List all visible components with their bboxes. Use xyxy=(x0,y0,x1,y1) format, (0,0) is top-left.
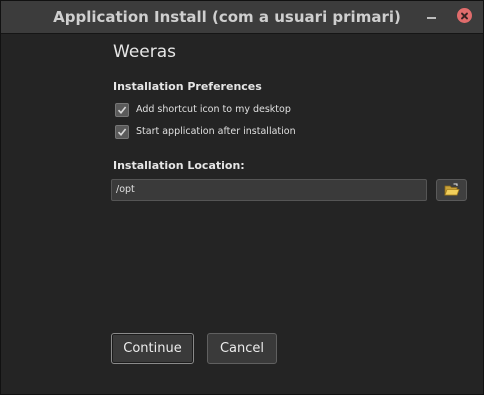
title-bar[interactable]: Application Install (com a usuari primar… xyxy=(1,1,483,34)
close-button[interactable] xyxy=(457,8,472,23)
autostart-label: Start application after installation xyxy=(136,126,296,137)
shortcut-checkbox[interactable] xyxy=(115,103,129,117)
autostart-checkbox[interactable] xyxy=(115,125,129,139)
application-name: Weeras xyxy=(113,42,176,62)
minimize-button[interactable] xyxy=(425,9,439,23)
location-heading: Installation Location: xyxy=(113,159,245,172)
browse-folder-button[interactable] xyxy=(436,179,467,201)
cancel-button[interactable]: Cancel xyxy=(207,333,277,364)
install-path-field[interactable]: /opt xyxy=(111,179,427,201)
folder-open-icon xyxy=(444,183,460,196)
checkmark-icon xyxy=(117,128,127,137)
shortcut-label: Add shortcut icon to my desktop xyxy=(136,104,291,115)
continue-button[interactable]: Continue xyxy=(111,333,194,364)
install-dialog: Application Install (com a usuari primar… xyxy=(0,0,484,395)
minimize-icon xyxy=(427,17,436,19)
checkmark-icon xyxy=(117,106,127,115)
preferences-heading: Installation Preferences xyxy=(113,80,262,93)
window-title: Application Install (com a usuari primar… xyxy=(53,8,401,26)
